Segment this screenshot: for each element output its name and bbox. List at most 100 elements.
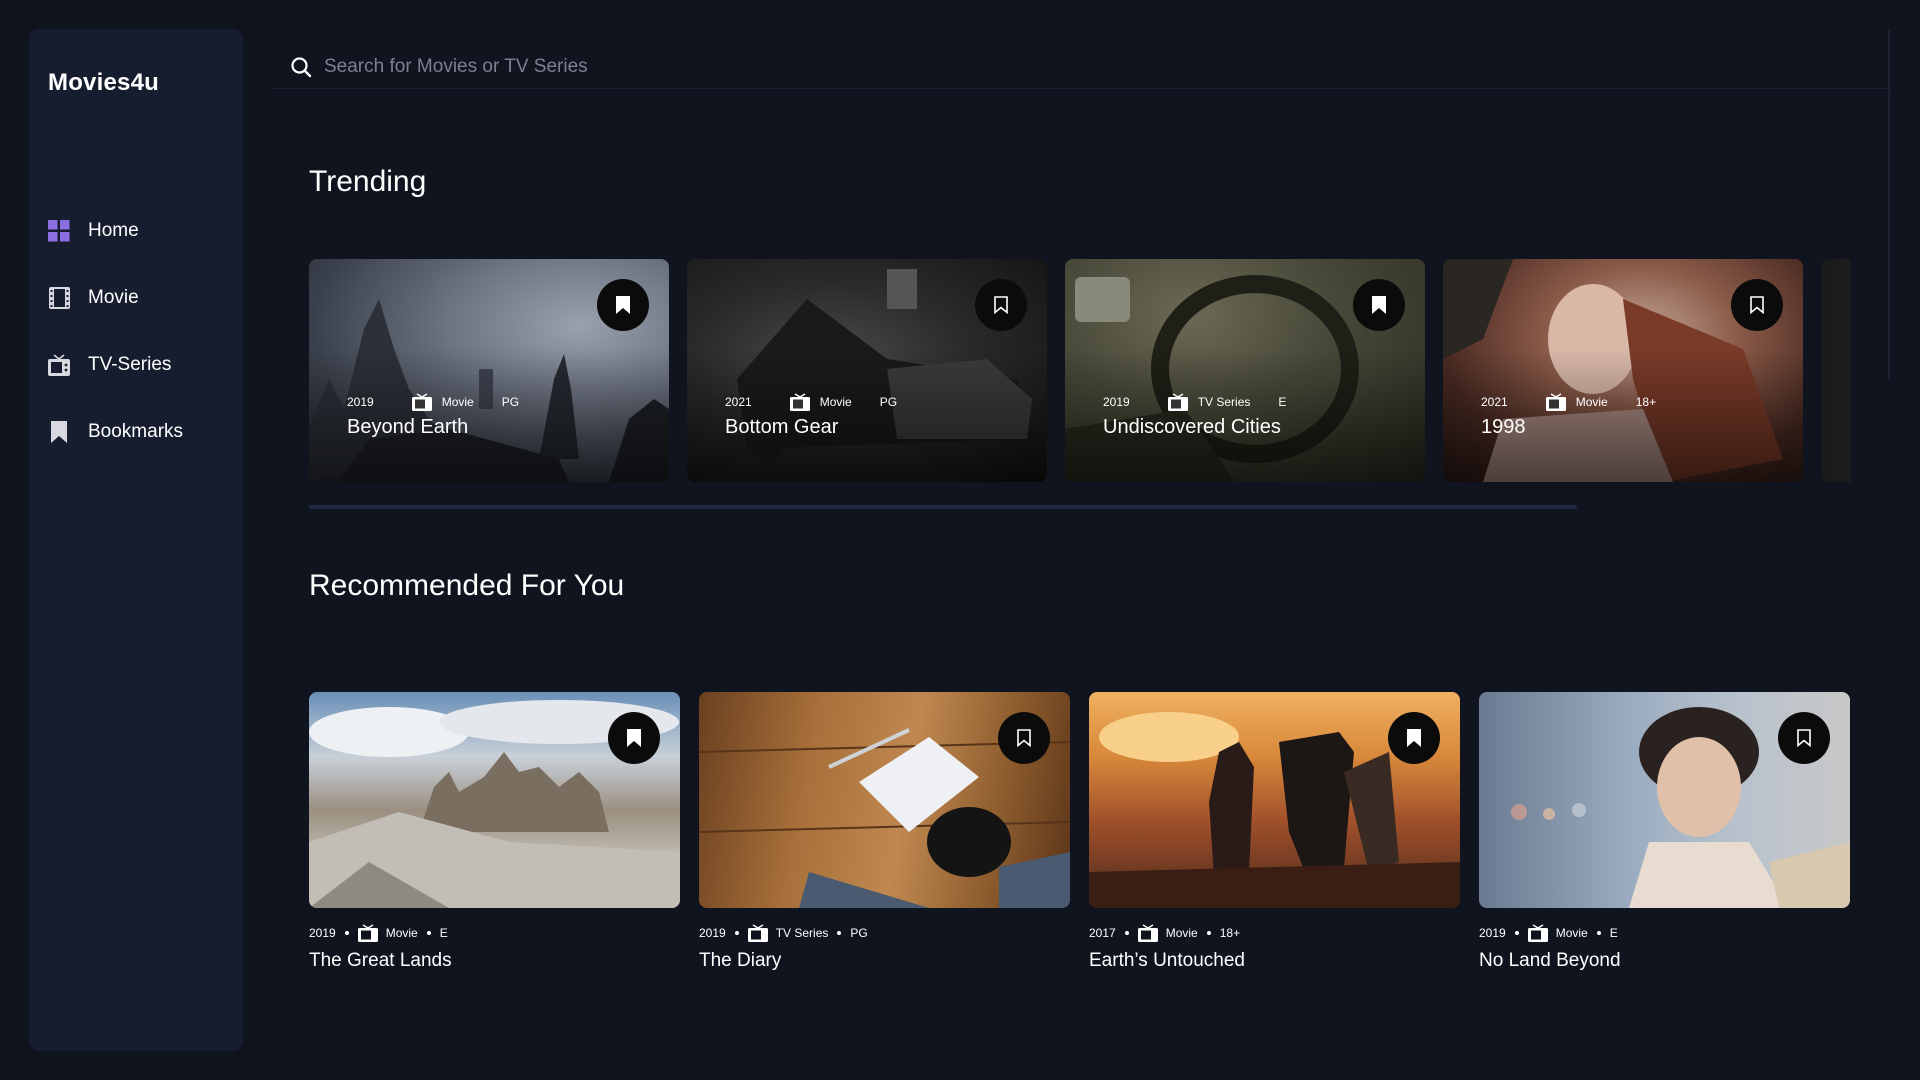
card-thumbnail <box>1089 692 1460 908</box>
card-title: The Great Lands <box>309 950 452 971</box>
card-year: 2021 <box>1481 395 1508 409</box>
card-meta: 2021 Movie PG <box>725 393 897 411</box>
card-meta: 2019 Movie PG <box>347 393 519 411</box>
card-rating: PG <box>879 395 898 409</box>
separator-dot <box>1514 931 1519 935</box>
film-icon <box>1137 924 1158 942</box>
card-category: Movie <box>1165 926 1198 940</box>
bookmark-button[interactable] <box>975 279 1027 331</box>
sidebar-item-label: Home <box>88 219 139 241</box>
card-category: TV Series <box>775 926 829 940</box>
card-meta: 2019 TV Series E <box>1103 393 1286 411</box>
card-title: Beyond Earth <box>347 416 469 438</box>
bookmark-filled-icon <box>1407 729 1421 747</box>
card-meta: 2019 Movie E <box>309 924 680 942</box>
card-category: Movie <box>1575 395 1608 409</box>
sidebar-item-label: Movie <box>88 286 139 308</box>
trending-card-partial[interactable] <box>1821 259 1851 482</box>
search-input[interactable] <box>324 48 1890 85</box>
card-title: 1998 <box>1481 416 1526 438</box>
bookmark-button[interactable] <box>1778 712 1830 764</box>
bookmark-button[interactable] <box>597 279 649 331</box>
trending-card[interactable]: 2019 Movie PG Beyond Earth <box>309 259 669 482</box>
card-meta: 2019 TV Series PG <box>699 924 1070 942</box>
bookmark-button[interactable] <box>608 712 660 764</box>
recommended-card[interactable]: 2019 TV Series PG The Diary <box>699 692 1070 972</box>
film-icon <box>47 286 71 310</box>
tv-icon <box>47 353 71 377</box>
bookmark-filled-icon <box>627 729 641 747</box>
bookmark-button[interactable] <box>1353 279 1405 331</box>
separator-dot <box>734 931 739 935</box>
card-rating: E <box>439 926 448 940</box>
recommended-card[interactable]: 2019 Movie E The Great Lands <box>309 692 680 972</box>
sidebar-item-home[interactable]: Home <box>47 197 183 264</box>
card-title: The Diary <box>699 950 782 971</box>
card-category: Movie <box>1555 926 1588 940</box>
card-year: 2019 <box>347 395 374 409</box>
bookmark-button[interactable] <box>1731 279 1783 331</box>
separator-dot <box>1596 931 1601 935</box>
card-year: 2021 <box>725 395 752 409</box>
card-rating: E <box>1609 926 1618 940</box>
card-category: TV Series <box>1197 395 1251 409</box>
carousel-scrollbar[interactable] <box>309 505 1577 509</box>
card-rating: PG <box>501 395 520 409</box>
tv-icon <box>1167 393 1188 411</box>
film-icon <box>357 924 378 942</box>
card-title: Undiscovered Cities <box>1103 416 1281 438</box>
card-thumbnail <box>699 692 1070 908</box>
card-title: No Land Beyond <box>1479 950 1621 971</box>
card-rating: PG <box>850 926 868 940</box>
grid-icon <box>47 219 71 243</box>
card-title: Bottom Gear <box>725 416 839 438</box>
app-logo[interactable]: Movies4u <box>48 69 159 97</box>
card-meta: 2019 Movie E <box>1479 924 1850 942</box>
card-rating: E <box>1278 395 1287 409</box>
bookmark-button[interactable] <box>998 712 1050 764</box>
sidebar: Movies4u Home Movie TV-Series Bookmarks <box>29 29 243 1051</box>
trending-card[interactable]: 2019 TV Series E Undiscovered Cities <box>1065 259 1425 482</box>
search-icon <box>290 56 312 78</box>
card-year: 2017 <box>1089 926 1116 940</box>
separator-dot <box>344 931 349 935</box>
bookmark-icon <box>1750 296 1764 314</box>
recommended-card[interactable]: 2019 Movie E No Land Beyond <box>1479 692 1850 972</box>
film-icon <box>1545 393 1566 411</box>
search-bar <box>290 44 1890 89</box>
film-icon <box>411 393 432 411</box>
page-scrollbar[interactable] <box>1888 30 1890 380</box>
card-rating: 18+ <box>1219 926 1241 940</box>
sidebar-item-tv-series[interactable]: TV-Series <box>47 331 183 398</box>
sidebar-item-movie[interactable]: Movie <box>47 264 183 331</box>
trending-carousel[interactable]: 2019 Movie PG Beyond Earth 2021 Movie PG… <box>309 259 1851 482</box>
card-thumbnail <box>309 692 680 908</box>
recommended-title: Recommended For You <box>309 569 625 602</box>
search-divider <box>272 88 1892 89</box>
film-icon <box>1527 924 1548 942</box>
separator-dot <box>1124 931 1129 935</box>
trending-title: Trending <box>309 165 427 198</box>
bookmark-button[interactable] <box>1388 712 1440 764</box>
recommended-card[interactable]: 2017 Movie 18+ Earth’s Untouched <box>1089 692 1460 972</box>
card-year: 2019 <box>1103 395 1130 409</box>
trending-card[interactable]: 2021 Movie PG Bottom Gear <box>687 259 1047 482</box>
trending-card[interactable]: 2021 Movie 18+ 1998 <box>1443 259 1803 482</box>
bookmark-filled-icon <box>1372 296 1386 314</box>
separator-dot <box>1206 931 1211 935</box>
film-icon <box>789 393 810 411</box>
card-thumbnail <box>1479 692 1850 908</box>
card-meta: 2021 Movie 18+ <box>1481 393 1656 411</box>
separator-dot <box>426 931 431 935</box>
sidebar-nav: Home Movie TV-Series Bookmarks <box>47 197 183 465</box>
bookmark-filled-icon <box>616 296 630 314</box>
card-year: 2019 <box>1479 926 1506 940</box>
card-year: 2019 <box>699 926 726 940</box>
sidebar-item-label: Bookmarks <box>88 420 184 442</box>
card-category: Movie <box>385 926 418 940</box>
tv-icon <box>747 924 768 942</box>
separator-dot <box>837 931 842 935</box>
sidebar-item-bookmarks[interactable]: Bookmarks <box>47 398 183 465</box>
sidebar-item-label: TV-Series <box>88 353 172 375</box>
card-category: Movie <box>441 395 474 409</box>
